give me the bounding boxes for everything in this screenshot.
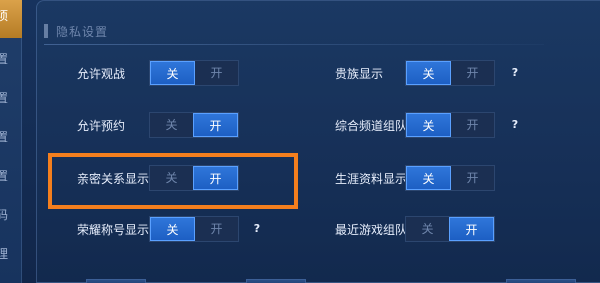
privacy-section-header: 隐私设置 [44,17,544,45]
allow-reservation-off-option[interactable]: 关 [150,113,193,137]
bottom-button-right[interactable] [506,279,576,283]
honor-title-display-toggle[interactable]: 关 开 [149,216,239,242]
bottom-button-left[interactable] [86,279,146,283]
recent-game-team-toggle[interactable]: 关 开 [405,216,495,242]
channel-team-on-option[interactable]: 开 [451,113,494,137]
allow-reservation-on-option[interactable]: 开 [193,113,238,137]
recent-game-team-off-option[interactable]: 关 [406,217,449,241]
allow-spectate-on-option[interactable]: 开 [195,61,238,85]
career-display-toggle[interactable]: 关 开 [405,165,495,191]
noble-display-label: 贵族显示 [335,67,384,81]
tab-settings-2[interactable]: 置 [0,44,22,74]
tab-settings-3[interactable]: 置 [0,83,22,113]
honor-title-help-icon[interactable]: ? [249,221,265,237]
allow-reservation-label: 允许预约 [77,119,126,133]
bottom-button-middle[interactable] [246,279,306,283]
channel-team-toggle[interactable]: 关 开 [405,112,495,138]
channel-team-help-icon[interactable]: ? [507,117,523,133]
tab-manage[interactable]: 理 [0,239,22,269]
noble-display-on-option[interactable]: 开 [451,61,494,85]
career-display-label: 生涯资料显示 [335,172,408,186]
honor-title-display-label: 荣耀称号显示 [77,223,150,237]
channel-team-off-option[interactable]: 关 [406,113,451,137]
allow-spectate-label: 允许观战 [77,67,126,81]
recent-game-team-on-option[interactable]: 开 [449,217,494,241]
section-title: 隐私设置 [56,24,109,39]
tab-code[interactable]: 码 [0,200,22,230]
recent-game-team-label: 最近游戏组队 [335,223,408,237]
allow-spectate-toggle[interactable]: 关 开 [149,60,239,86]
tab-settings-5[interactable]: 置 [0,161,22,191]
honor-title-display-off-option[interactable]: 关 [150,217,195,241]
tab-settings-4[interactable]: 置 [0,122,22,152]
honor-title-display-on-option[interactable]: 开 [195,217,238,241]
noble-display-off-option[interactable]: 关 [406,61,451,85]
career-display-off-option[interactable]: 关 [406,166,451,190]
tab-basic-settings[interactable]: 项 [0,0,22,38]
settings-tab-strip: 项 置 置 置 置 码 理 [0,0,22,283]
allow-spectate-off-option[interactable]: 关 [150,61,195,85]
section-marker [44,24,48,38]
career-display-on-option[interactable]: 开 [451,166,494,190]
section-divider [44,44,544,45]
noble-display-toggle[interactable]: 关 开 [405,60,495,86]
highlight-annotation-box [48,153,298,209]
channel-team-label: 综合频道组队 [335,119,408,133]
allow-reservation-toggle[interactable]: 关 开 [149,112,239,138]
noble-display-help-icon[interactable]: ? [507,65,523,81]
